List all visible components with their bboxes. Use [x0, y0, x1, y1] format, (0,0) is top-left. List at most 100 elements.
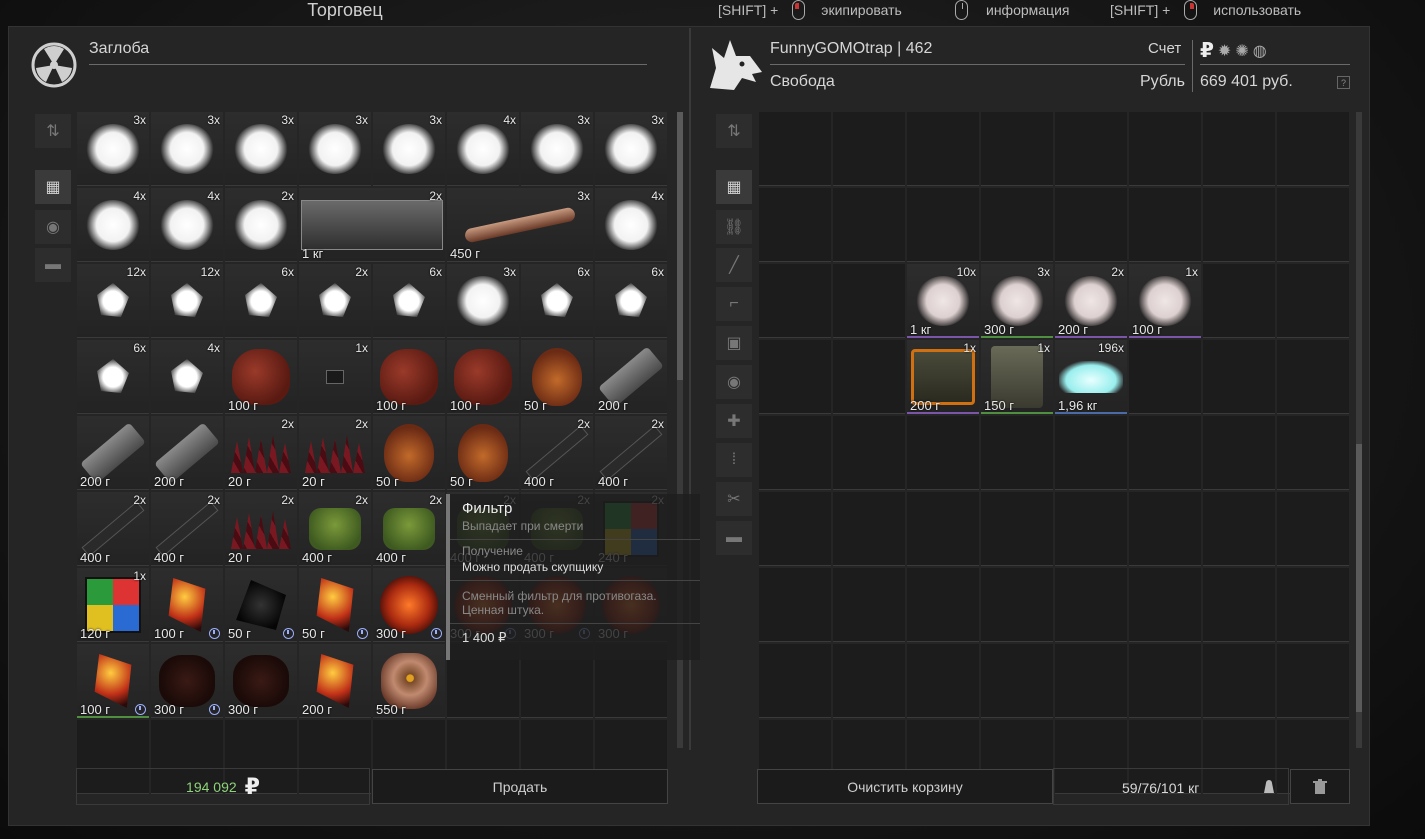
trader-slot[interactable]: 2x 400 г — [595, 416, 667, 490]
help-button[interactable]: ? — [1337, 76, 1350, 89]
player-slot[interactable] — [981, 188, 1053, 262]
pistol-icon[interactable]: ⌐ — [716, 287, 752, 321]
player-slot[interactable] — [907, 188, 979, 262]
trader-slot[interactable]: 2x 1 кг — [299, 188, 445, 262]
trader-slot[interactable]: 50 г — [373, 416, 445, 490]
player-slot[interactable] — [1129, 188, 1201, 262]
player-slot[interactable] — [1203, 264, 1275, 338]
trader-slot[interactable]: 100 г — [447, 340, 519, 414]
trader-slot[interactable]: 2x 400 г — [373, 492, 445, 566]
trader-slot[interactable]: 3x — [77, 112, 149, 186]
player-slot[interactable]: 1x 200 г — [907, 340, 979, 414]
armor-icon[interactable]: ▣ — [716, 326, 752, 360]
player-slot[interactable]: 10x 1 кг — [907, 264, 979, 338]
trader-slot[interactable]: 3x — [373, 112, 445, 186]
player-slot[interactable] — [1129, 492, 1201, 566]
player-slot[interactable] — [1129, 644, 1201, 718]
player-slot[interactable] — [833, 568, 905, 642]
player-slot[interactable]: 3x 300 г — [981, 264, 1053, 338]
trader-slot[interactable]: 3x — [595, 112, 667, 186]
player-slot[interactable] — [759, 492, 831, 566]
player-slot[interactable] — [1055, 492, 1127, 566]
player-slot[interactable] — [1277, 416, 1349, 490]
player-slot[interactable] — [759, 644, 831, 718]
player-slot[interactable] — [1203, 112, 1275, 186]
trader-slot[interactable]: 100 г — [77, 644, 149, 718]
trader-slot[interactable]: 4x — [77, 188, 149, 262]
trader-slot[interactable]: 3x — [151, 112, 223, 186]
player-slot[interactable] — [759, 416, 831, 490]
player-slot[interactable] — [1277, 644, 1349, 718]
trader-slot[interactable]: 50 г — [225, 568, 297, 642]
player-slot[interactable] — [1129, 340, 1201, 414]
trader-slot[interactable]: 100 г — [151, 568, 223, 642]
trader-slot[interactable]: 4x — [447, 112, 519, 186]
rifle-icon[interactable]: ╱ — [716, 248, 752, 282]
player-slot[interactable] — [1055, 568, 1127, 642]
trader-slot[interactable]: 6x — [521, 264, 593, 338]
clear-cart-button[interactable]: Очистить корзину — [757, 769, 1053, 804]
player-slot[interactable] — [1203, 416, 1275, 490]
player-slot[interactable] — [759, 112, 831, 186]
player-slot[interactable] — [1055, 188, 1127, 262]
player-slot[interactable] — [1277, 188, 1349, 262]
player-slot[interactable] — [981, 644, 1053, 718]
player-slot[interactable] — [1203, 188, 1275, 262]
player-slot[interactable] — [833, 416, 905, 490]
player-slot[interactable] — [1277, 492, 1349, 566]
player-slot[interactable] — [833, 644, 905, 718]
trader-slot[interactable]: 300 г — [225, 644, 297, 718]
trader-slot[interactable]: 6x — [225, 264, 297, 338]
trader-slot[interactable]: 2x 20 г — [225, 492, 297, 566]
trader-slot[interactable]: 200 г — [595, 340, 667, 414]
player-slot[interactable] — [1277, 568, 1349, 642]
grid-icon[interactable]: ▦ — [35, 170, 71, 204]
player-slot[interactable] — [1203, 644, 1275, 718]
box-icon[interactable]: ▬ — [35, 248, 71, 282]
player-slot[interactable] — [833, 340, 905, 414]
player-slot[interactable] — [833, 264, 905, 338]
player-slot[interactable] — [833, 492, 905, 566]
trader-slot[interactable]: 550 г — [373, 644, 445, 718]
player-slot[interactable] — [1277, 264, 1349, 338]
trader-slot[interactable]: 3x — [225, 112, 297, 186]
trader-slot[interactable]: 2x — [225, 188, 297, 262]
player-slot[interactable] — [1055, 112, 1127, 186]
player-slot[interactable] — [1277, 340, 1349, 414]
trash-button[interactable] — [1290, 769, 1350, 804]
trader-slot[interactable]: 50 г — [447, 416, 519, 490]
trader-slot[interactable]: 3x 450 г — [447, 188, 593, 262]
trader-slot[interactable]: 4x — [151, 188, 223, 262]
player-slot[interactable]: 1x 150 г — [981, 340, 1053, 414]
artifact-icon[interactable]: ◉ — [35, 210, 71, 244]
player-slot[interactable] — [759, 188, 831, 262]
trader-slot[interactable]: 6x — [77, 340, 149, 414]
player-slot[interactable] — [1129, 416, 1201, 490]
player-slot[interactable] — [833, 112, 905, 186]
trader-slot[interactable]: 4x — [151, 340, 223, 414]
trader-slot[interactable]: 2x 400 г — [299, 492, 371, 566]
trader-slot[interactable]: 2x 20 г — [225, 416, 297, 490]
sort-icon[interactable]: ⇅ — [716, 114, 752, 148]
player-slot[interactable]: 1x 100 г — [1129, 264, 1201, 338]
ammo-icon[interactable]: ⁞ — [716, 443, 752, 477]
player-slot[interactable] — [981, 492, 1053, 566]
player-slot[interactable] — [907, 112, 979, 186]
trader-slot[interactable]: 6x — [373, 264, 445, 338]
player-slot[interactable] — [759, 264, 831, 338]
trader-slot[interactable]: 1x — [299, 340, 371, 414]
sell-button[interactable]: Продать — [372, 769, 668, 804]
trader-slot[interactable]: 200 г — [299, 644, 371, 718]
trader-slot[interactable]: 200 г — [77, 416, 149, 490]
trader-slot[interactable]: 100 г — [225, 340, 297, 414]
player-slot[interactable] — [759, 340, 831, 414]
link-icon[interactable]: ⛓ — [716, 210, 752, 244]
trader-slot[interactable]: 4x — [595, 188, 667, 262]
player-slot[interactable] — [907, 416, 979, 490]
player-slot[interactable] — [1203, 340, 1275, 414]
box-icon[interactable]: ▬ — [716, 521, 752, 555]
trader-slot[interactable]: 50 г — [521, 340, 593, 414]
player-slot[interactable] — [981, 416, 1053, 490]
artifact-icon[interactable]: ◉ — [716, 365, 752, 399]
trader-slot[interactable]: 3x — [447, 264, 519, 338]
